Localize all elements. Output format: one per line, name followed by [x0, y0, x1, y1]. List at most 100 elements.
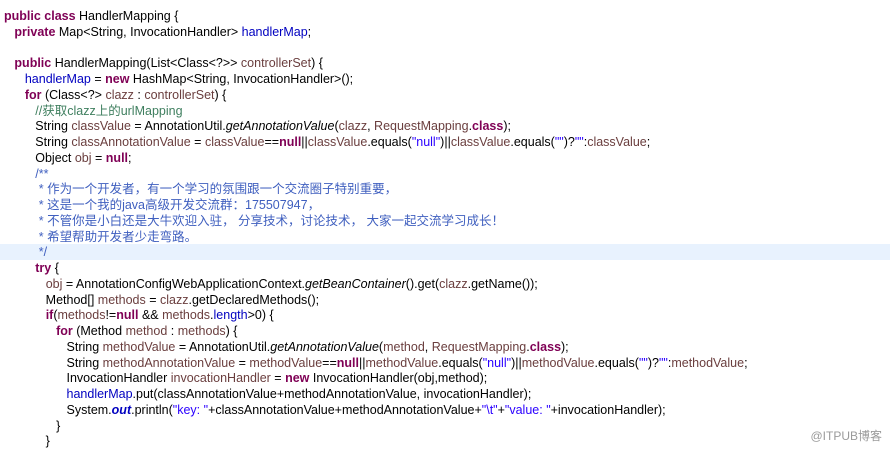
code-token: System. [4, 402, 112, 417]
code-token: ; [307, 24, 312, 39]
code-token: controllerSet [144, 87, 215, 102]
code-token: methodValue [365, 355, 439, 370]
code-token: methodValue [671, 355, 745, 370]
code-token: private [14, 24, 59, 39]
code-token: methods [57, 308, 106, 323]
code-token: )? [647, 355, 659, 370]
code-line: /** [4, 166, 48, 182]
code-token: .equals( [510, 135, 555, 149]
code-line: * 这是一个我的java高级开发交流群：175507947， [4, 197, 320, 213]
code-line: public HandlerMapping(List<Class<?>> con… [4, 55, 323, 71]
code-token: } [4, 434, 50, 449]
code-line: obj = AnnotationConfigWebApplicationCont… [4, 276, 538, 292]
code-token: handlerMap [24, 72, 91, 86]
code-token: null [336, 355, 359, 370]
code-token: = AnnotationConfigWebApplicationContext. [62, 276, 306, 291]
code-token: InvocationHandler [4, 371, 171, 386]
code-token: public [14, 56, 55, 71]
code-token: ; [128, 150, 132, 165]
code-line: if(methods!=null && methods.length>0) { [4, 307, 274, 323]
code-token: "value: " [504, 402, 551, 417]
code-token: String [4, 119, 72, 134]
code-token: + [497, 402, 505, 417]
code-token: (Method [76, 324, 126, 338]
code-token: controllerSet [240, 56, 312, 71]
code-token: = AnnotationUtil. [175, 339, 271, 354]
code-token: .getDeclaredMethods(); [188, 292, 320, 307]
code-token: = AnnotationUtil. [130, 119, 226, 134]
code-token: methodValue [249, 355, 323, 370]
code-line: * 希望帮助开发者少走弯路。 [4, 229, 197, 245]
code-token: >0) { [247, 308, 274, 323]
code-token: methods [177, 324, 226, 338]
code-token: ; [646, 135, 651, 149]
code-token: methodValue [521, 355, 595, 370]
code-line: String classValue = AnnotationUtil.getAn… [4, 118, 511, 134]
code-token: Map<String, InvocationHandler> [58, 24, 242, 39]
code-line: Method[] methods = clazz.getDeclaredMeth… [4, 292, 319, 308]
code-token: .equals( [367, 135, 412, 149]
code-token: classValue [450, 135, 511, 149]
code-token: )|| [440, 135, 451, 149]
code-token: )? [563, 135, 575, 149]
code-token: method [125, 324, 168, 338]
code-token: new [285, 371, 313, 386]
code-token: = [91, 150, 106, 165]
code-token: RequestMapping [431, 339, 527, 354]
code-line: String methodValue = AnnotationUtil.getA… [4, 339, 569, 355]
code-token: null [105, 150, 129, 165]
code-token: handlerMap [241, 24, 308, 39]
code-token: HandlerMapping { [79, 9, 179, 23]
code-token: != [105, 308, 117, 323]
code-token: Method[] [4, 292, 98, 307]
code-token: "key: " [172, 402, 209, 417]
code-token: clazz [439, 276, 468, 291]
code-token: * 希望帮助开发者少走弯路。 [38, 229, 198, 244]
code-token: )|| [511, 355, 522, 370]
code-token: "null" [411, 135, 441, 149]
code-token: ) { [311, 56, 323, 71]
code-line: Object obj = null; [4, 150, 132, 166]
code-token: ; [744, 355, 748, 370]
code-token: String [4, 339, 103, 354]
code-token: { [54, 261, 59, 275]
code-token: = [90, 72, 106, 86]
code-token: .println( [131, 402, 173, 417]
code-line: try { [4, 260, 59, 276]
code-token: ); [561, 339, 569, 354]
code-token: null [279, 135, 302, 149]
code-token: out [111, 402, 132, 417]
code-token: , [424, 339, 432, 354]
code-line: } [4, 418, 60, 434]
code-token: InvocationHandler(obj,method); [312, 371, 488, 386]
code-editor[interactable]: public class HandlerMapping { private Ma… [0, 0, 890, 450]
code-token: String [4, 135, 72, 149]
code-token: "" [638, 355, 648, 370]
code-token: "" [554, 135, 564, 149]
code-token: method [383, 339, 425, 354]
code-token: classValue [587, 135, 647, 149]
code-token: } [4, 418, 61, 433]
code-token: * 不管你是小白还是大牛欢迎入驻， 分享技术，讨论技术， 大家一起交流学习成长！ [38, 213, 505, 228]
code-token: handlerMap [66, 387, 133, 401]
code-token: class [472, 119, 504, 134]
code-token: .equals( [594, 355, 639, 370]
code-token: * 这是一个我的java高级开发交流群：175507947， [38, 198, 321, 212]
code-line: handlerMap = new HashMap<String, Invocat… [4, 71, 353, 87]
code-token: //获取clazz上的urlMapping [35, 103, 183, 118]
code-line: public class HandlerMapping { [4, 8, 178, 24]
code-line: String classAnnotationValue = classValue… [4, 134, 650, 150]
code-token: try [35, 261, 55, 275]
code-token: , [367, 119, 375, 134]
code-token: classValue [204, 135, 265, 149]
code-token: getBeanContainer [305, 276, 406, 291]
